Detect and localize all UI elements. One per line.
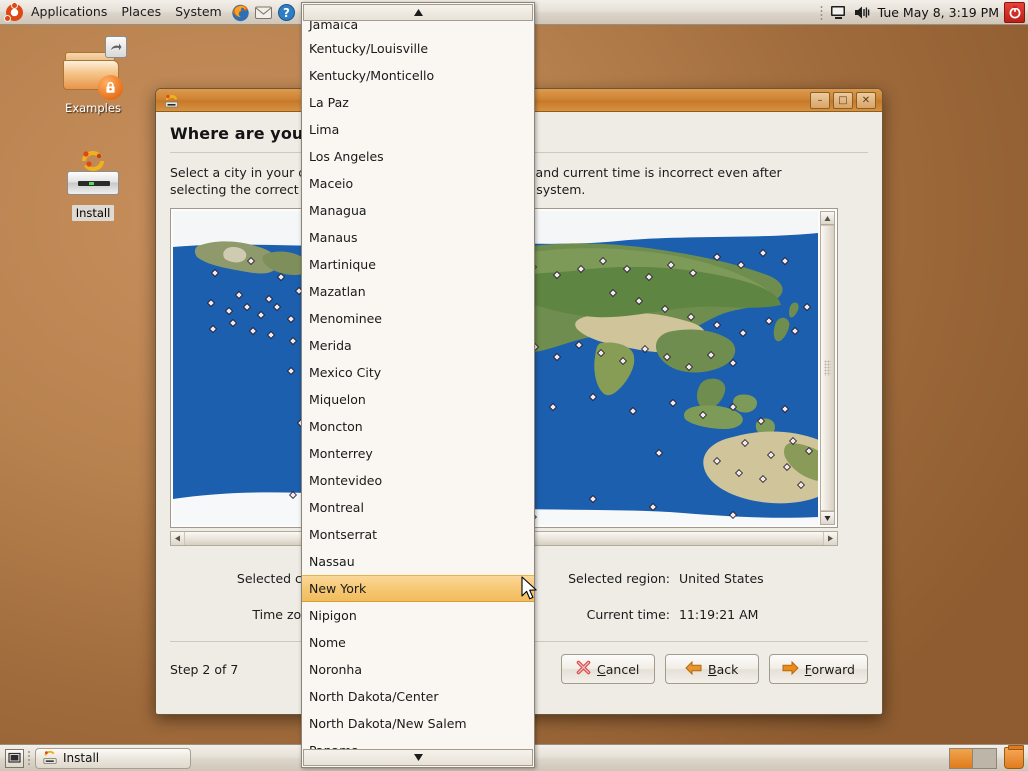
map-vertical-scrollbar[interactable] bbox=[820, 211, 835, 525]
desktop-icon-examples[interactable]: Examples bbox=[50, 36, 136, 116]
dropdown-scroll-down-button[interactable] bbox=[303, 749, 533, 766]
city-list-item[interactable]: Kentucky/Louisville bbox=[302, 35, 534, 62]
city-list-item[interactable]: Manaus bbox=[302, 224, 534, 251]
close-button[interactable]: ✕ bbox=[856, 91, 876, 109]
city-list-item[interactable]: Managua bbox=[302, 197, 534, 224]
city-list-item[interactable]: Moncton bbox=[302, 413, 534, 440]
city-list-item[interactable]: Kentucky/Monticello bbox=[302, 62, 534, 89]
desktop-icon-label: Examples bbox=[65, 101, 121, 115]
current-time-row: Current time: 11:19:21 AM bbox=[519, 596, 868, 632]
ubuntu-logo-icon[interactable] bbox=[4, 1, 23, 22]
city-list-item[interactable]: North Dakota/Center bbox=[302, 683, 534, 710]
dropdown-scroll-up-button[interactable] bbox=[303, 4, 533, 21]
action-buttons: Cancel Back Forward bbox=[560, 654, 868, 684]
window-controls: – □ ✕ bbox=[810, 91, 878, 109]
cancel-accel: C bbox=[597, 661, 606, 677]
scroll-up-arrow-icon[interactable] bbox=[821, 212, 834, 225]
step-indicator: Step 2 of 7 bbox=[170, 661, 239, 677]
city-list-item[interactable]: Los Angeles bbox=[302, 143, 534, 170]
current-time-value: 11:19:21 AM bbox=[679, 606, 759, 622]
forward-button[interactable]: Forward bbox=[768, 654, 868, 684]
city-list-item[interactable]: Nipigon bbox=[302, 602, 534, 629]
city-list-item[interactable]: La Paz bbox=[302, 89, 534, 116]
selected-region-row: Selected region: United States bbox=[519, 560, 868, 596]
back-label: ack bbox=[716, 661, 739, 677]
forward-label: orward bbox=[811, 661, 855, 677]
city-list-item[interactable]: Nassau bbox=[302, 548, 534, 575]
city-list-item[interactable]: Mazatlan bbox=[302, 278, 534, 305]
help-icon[interactable]: ? bbox=[276, 2, 297, 23]
volume-icon[interactable] bbox=[851, 2, 872, 23]
panel-right-area bbox=[949, 745, 1028, 769]
lock-badge-icon bbox=[98, 75, 123, 100]
display-icon[interactable] bbox=[828, 2, 849, 23]
back-button[interactable]: Back bbox=[664, 654, 759, 684]
city-list-item[interactable]: Jamaica bbox=[302, 21, 534, 35]
scroll-right-arrow-icon[interactable] bbox=[824, 532, 837, 545]
cancel-button[interactable]: Cancel bbox=[560, 654, 655, 684]
selected-region-value: United States bbox=[679, 570, 764, 586]
city-list-item[interactable]: Maceio bbox=[302, 170, 534, 197]
workspace-switcher-1[interactable] bbox=[949, 747, 973, 769]
city-list-item[interactable]: Mexico City bbox=[302, 359, 534, 386]
arrow-left-icon bbox=[685, 660, 702, 678]
workspace-switcher-2[interactable] bbox=[973, 747, 997, 769]
desktop-icon-label: Install bbox=[71, 205, 115, 221]
cd-install-icon bbox=[61, 145, 125, 203]
cancel-x-icon bbox=[576, 660, 591, 678]
scroll-down-arrow-icon[interactable] bbox=[821, 511, 834, 524]
city-list-item[interactable]: Miquelon bbox=[302, 386, 534, 413]
city-list[interactable]: Jamaica Kentucky/Louisville Kentucky/Monti… bbox=[302, 21, 534, 749]
city-list-item[interactable]: North Dakota/New Salem bbox=[302, 710, 534, 737]
show-desktop-icon[interactable] bbox=[5, 748, 24, 768]
panel-grip[interactable] bbox=[27, 750, 31, 766]
cd-install-icon bbox=[42, 749, 58, 768]
power-icon[interactable] bbox=[1004, 1, 1025, 23]
link-badge-icon bbox=[105, 36, 127, 58]
trash-icon[interactable] bbox=[1004, 745, 1024, 769]
clock[interactable]: Tue May 8, 3:19 PM bbox=[873, 5, 1004, 20]
city-list-item[interactable]: Montevideo bbox=[302, 467, 534, 494]
city-list-item[interactable]: Monterrey bbox=[302, 440, 534, 467]
city-list-item[interactable]: Noronha bbox=[302, 656, 534, 683]
firefox-icon[interactable] bbox=[230, 2, 251, 23]
back-accel: B bbox=[708, 661, 717, 677]
taskbar-label: Install bbox=[63, 751, 100, 765]
city-list-item[interactable]: Merida bbox=[302, 332, 534, 359]
tray-separator bbox=[819, 4, 823, 20]
fields-right-column: Selected region: United States Current t… bbox=[519, 560, 868, 632]
taskbar-button-install[interactable]: Install bbox=[35, 747, 191, 769]
city-list-item[interactable]: Panama bbox=[302, 737, 534, 749]
city-list-item[interactable]: Montreal bbox=[302, 494, 534, 521]
map-scroll-thumb[interactable] bbox=[821, 225, 834, 511]
city-list-item[interactable]: Martinique bbox=[302, 251, 534, 278]
system-tray: Tue May 8, 3:19 PM bbox=[816, 0, 1028, 24]
city-dropdown-popup[interactable]: Jamaica Kentucky/Louisville Kentucky/Monti… bbox=[301, 2, 535, 768]
current-time-label: Current time: bbox=[586, 606, 670, 622]
selected-region-label: Selected region: bbox=[568, 570, 670, 586]
arrow-right-icon bbox=[782, 660, 799, 678]
city-list-item[interactable]: Menominee bbox=[302, 305, 534, 332]
city-list-item[interactable]: Nome bbox=[302, 629, 534, 656]
desktop-icon-install[interactable]: Install bbox=[50, 145, 136, 221]
scroll-left-arrow-icon[interactable] bbox=[171, 532, 184, 545]
maximize-button[interactable]: □ bbox=[833, 91, 853, 109]
city-list-item[interactable]: Montserrat bbox=[302, 521, 534, 548]
city-list-item-selected[interactable]: New York bbox=[302, 575, 534, 602]
folder-icon bbox=[61, 36, 127, 100]
window-icon bbox=[163, 92, 180, 109]
city-list-item[interactable]: Lima bbox=[302, 116, 534, 143]
menu-system[interactable]: System bbox=[168, 2, 229, 22]
evolution-mail-icon[interactable] bbox=[253, 2, 274, 23]
minimize-button[interactable]: – bbox=[810, 91, 830, 109]
menu-places[interactable]: Places bbox=[114, 2, 168, 22]
menu-applications[interactable]: Applications bbox=[24, 2, 114, 22]
cancel-label: ancel bbox=[605, 661, 640, 677]
svg-text:?: ? bbox=[283, 6, 290, 20]
